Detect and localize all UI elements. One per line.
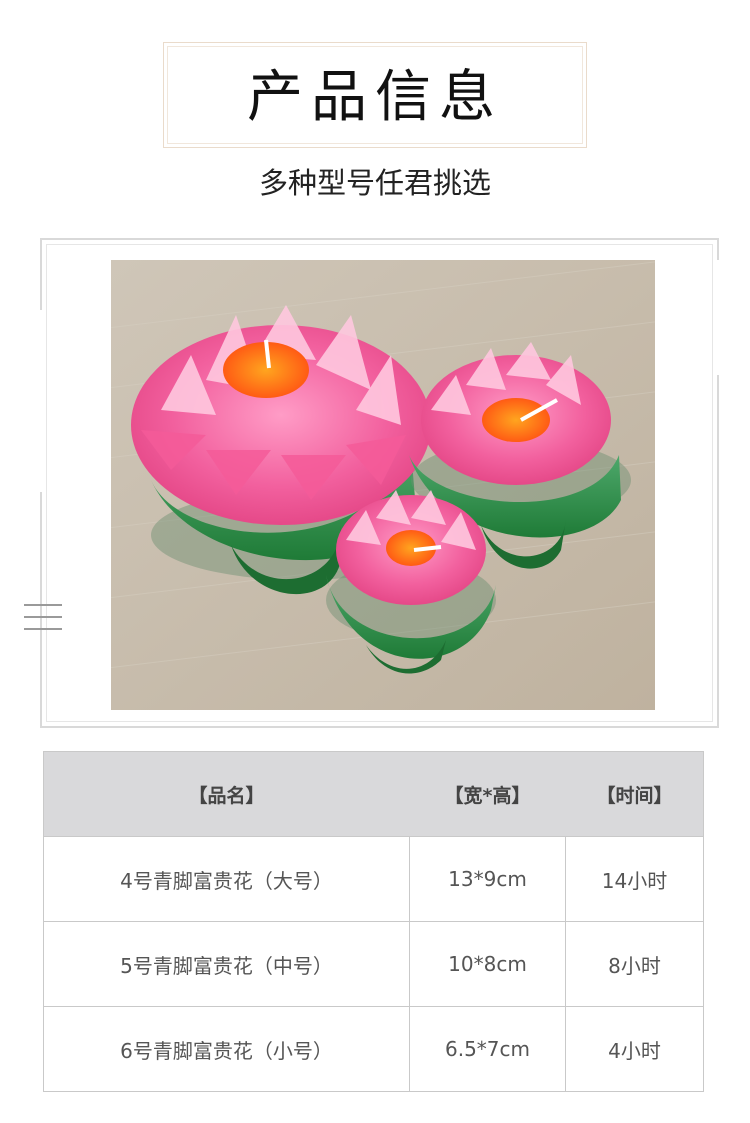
frame-gap-right [713, 260, 721, 375]
product-table: 【品名】 【宽*高】 【时间】 4号青脚富贵花（大号） 13*9cm 14小时 … [43, 751, 704, 1092]
table-row-1-name: 4号青脚富贵花（大号） [120, 868, 333, 893]
menu-lines-icon[interactable] [24, 604, 62, 630]
table-row-2-size: 10*8cm [448, 952, 527, 976]
table-row-1-size: 13*9cm [448, 867, 527, 891]
product-photo [111, 260, 655, 710]
table-row-3-size: 6.5*7cm [444, 1037, 530, 1061]
menu-line [24, 604, 62, 606]
header-time: 【时间】 [596, 784, 673, 807]
page-subtitle: 多种型号任君挑选 [258, 166, 491, 200]
header-size: 【宽*高】 [444, 784, 531, 807]
table-row-3-time: 4小时 [608, 1038, 661, 1063]
table-row-3-name: 6号青脚富贵花（小号） [120, 1038, 333, 1063]
title-frame: 产品信息 [163, 42, 587, 148]
page-title: 产品信息 [247, 65, 503, 130]
table-row-2-name: 5号青脚富贵花（中号） [120, 953, 333, 978]
table-row-1-time: 14小时 [601, 868, 668, 893]
table-row-2-time: 8小时 [608, 953, 661, 978]
header-product-name: 【品名】 [188, 784, 265, 807]
frame-gap-left [38, 310, 46, 492]
lotus-candles-illustration [111, 260, 655, 710]
menu-line [24, 628, 62, 630]
menu-line [24, 616, 62, 618]
